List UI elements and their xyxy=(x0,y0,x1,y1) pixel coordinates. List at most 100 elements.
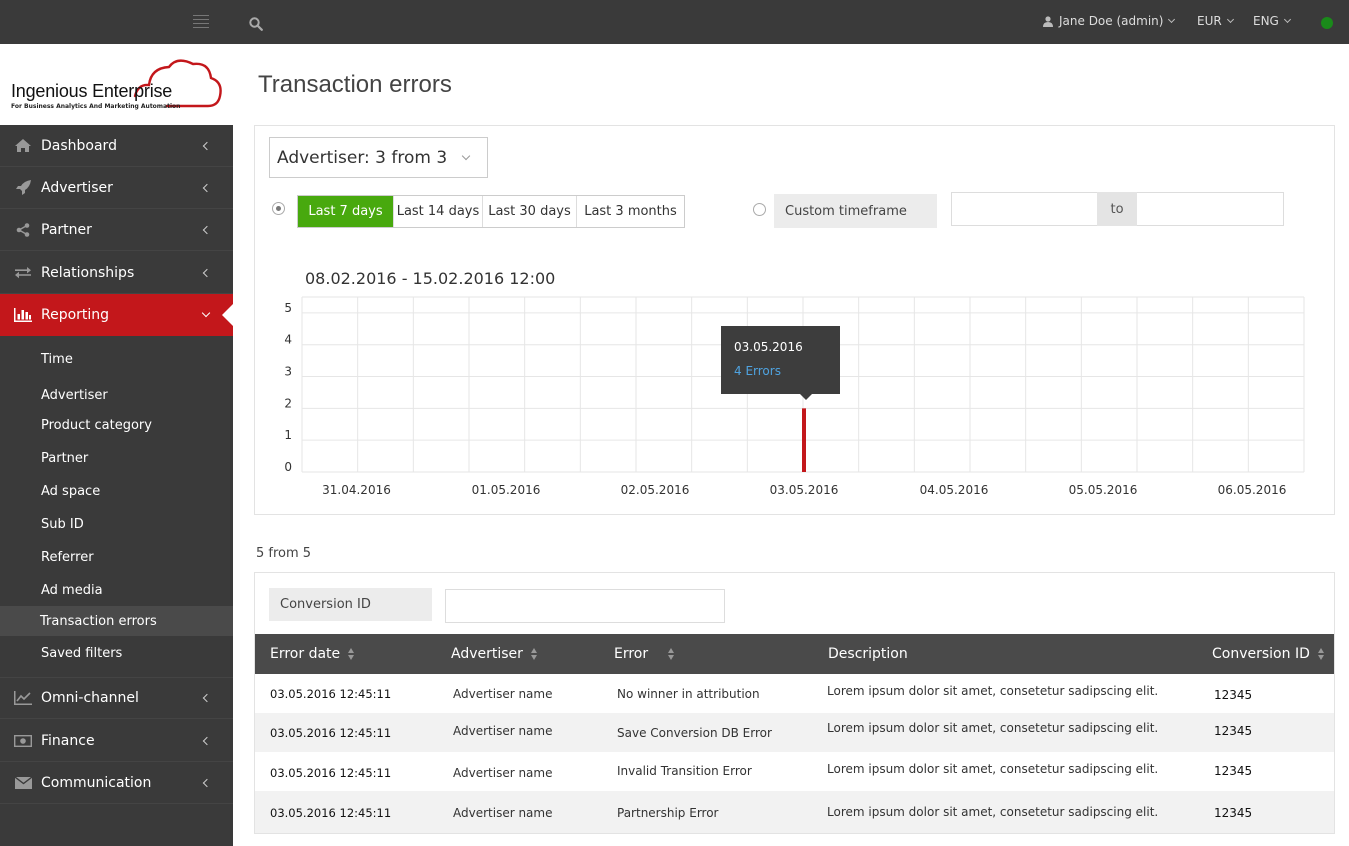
cell-conversion-id: 12345 xyxy=(1214,688,1253,702)
chart-tooltip: 03.05.2016 4 Errors xyxy=(721,326,840,400)
menu-toggle-icon[interactable] xyxy=(193,15,209,28)
sidebar-subitem-ad-space[interactable]: Ad space xyxy=(0,476,233,506)
column-advertiser[interactable]: Advertiser xyxy=(451,634,538,674)
x-tick-label: 04.05.2016 xyxy=(920,483,989,497)
custom-timeframe-label: Custom timeframe xyxy=(774,194,937,228)
cell-conversion-id: 12345 xyxy=(1214,806,1253,820)
table-row[interactable]: 03.05.2016 12:45:11 Advertiser name Inva… xyxy=(255,752,1334,791)
column-conversion-id[interactable]: Conversion ID xyxy=(1212,634,1325,674)
cell-error-date: 03.05.2016 12:45:11 xyxy=(270,766,392,780)
top-bar: Jane Doe (admin) EUR ENG xyxy=(0,0,1349,44)
sidebar-subitem-partner[interactable]: Partner xyxy=(0,443,233,473)
cell-advertiser: Advertiser name xyxy=(453,687,553,701)
sidebar-subitem-advertiser[interactable]: Advertiser xyxy=(0,380,233,410)
chevron-down-icon xyxy=(1226,15,1234,24)
cell-advertiser: Advertiser name xyxy=(453,766,553,780)
column-error-date[interactable]: Error date xyxy=(270,634,355,674)
date-to-input[interactable] xyxy=(1137,192,1284,226)
sidebar-item-advertiser[interactable]: Advertiser xyxy=(0,167,233,209)
chevron-down-icon xyxy=(1283,15,1291,24)
sidebar-subitem-ad-media[interactable]: Ad media xyxy=(0,575,233,605)
page-title: Transaction errors xyxy=(258,71,452,98)
currency-selector[interactable]: EUR xyxy=(1197,14,1234,28)
sidebar-item-communication[interactable]: Communication xyxy=(0,762,233,804)
sidebar-item-label: Communication xyxy=(41,774,152,791)
sidebar-subitem-saved-filters[interactable]: Saved filters xyxy=(0,638,233,668)
sidebar-subitem-sub-id[interactable]: Sub ID xyxy=(0,509,233,539)
cell-advertiser: Advertiser name xyxy=(453,724,553,738)
sidebar-item-relationships[interactable]: Relationships xyxy=(0,252,233,294)
sidebar: Dashboard Advertiser Partner Relationshi… xyxy=(0,125,233,846)
rocket-icon xyxy=(14,180,32,195)
sidebar-subitem-referrer[interactable]: Referrer xyxy=(0,542,233,572)
cell-error: Partnership Error xyxy=(617,806,719,820)
y-tick-label: 5 xyxy=(284,301,292,315)
table-row[interactable]: 03.05.2016 12:45:11 Advertiser name No w… xyxy=(255,674,1334,713)
chart-title: 08.02.2016 - 15.02.2016 12:00 xyxy=(305,269,556,288)
column-error[interactable]: Error xyxy=(614,634,675,674)
cell-conversion-id: 12345 xyxy=(1214,724,1253,738)
sidebar-item-dashboard[interactable]: Dashboard xyxy=(0,125,233,167)
y-tick-label: 3 xyxy=(284,365,292,379)
sidebar-item-label: Partner xyxy=(41,221,92,238)
cell-conversion-id: 12345 xyxy=(1214,764,1253,778)
column-label: Description xyxy=(828,646,908,662)
date-from-input[interactable] xyxy=(951,192,1097,226)
preset-range-radio[interactable] xyxy=(272,202,285,215)
range-14-days-button[interactable]: Last 14 days xyxy=(394,196,483,227)
custom-range-radio[interactable] xyxy=(753,203,766,216)
sort-icon xyxy=(348,648,355,660)
range-7-days-button[interactable]: Last 7 days xyxy=(298,196,394,227)
user-icon xyxy=(1043,15,1053,27)
table-header: Error date Advertiser Error Description … xyxy=(255,634,1334,674)
y-tick-label: 1 xyxy=(284,428,292,442)
language-label: ENG xyxy=(1253,14,1279,28)
x-tick-label: 05.05.2016 xyxy=(1069,483,1138,497)
cell-error-date: 03.05.2016 12:45:11 xyxy=(270,806,392,820)
table-row[interactable]: 03.05.2016 12:45:11 Advertiser name Part… xyxy=(255,791,1334,833)
bar-chart-icon xyxy=(14,308,32,322)
search-icon[interactable] xyxy=(249,16,263,31)
advertiser-dropdown[interactable]: Advertiser: 3 from 3 xyxy=(269,137,488,178)
sidebar-subitem-product-category[interactable]: Product category xyxy=(0,410,233,440)
sidebar-item-partner[interactable]: Partner xyxy=(0,209,233,251)
column-description: Description xyxy=(828,634,908,674)
user-menu[interactable]: Jane Doe (admin) xyxy=(1043,14,1176,28)
chevron-left-icon xyxy=(202,736,212,745)
column-label: Error date xyxy=(270,646,341,662)
sidebar-item-reporting[interactable]: Reporting xyxy=(0,294,233,336)
sort-icon xyxy=(668,648,675,660)
range-30-days-button[interactable]: Last 30 days xyxy=(483,196,577,227)
x-tick-label: 02.05.2016 xyxy=(621,483,690,497)
chevron-down-icon xyxy=(201,308,211,318)
sidebar-subitem-transaction-errors[interactable]: Transaction errors xyxy=(0,606,233,636)
chevron-down-icon xyxy=(461,151,471,161)
chevron-left-icon xyxy=(202,225,212,234)
sort-icon xyxy=(530,648,538,660)
sort-icon xyxy=(1317,648,1325,660)
table-row[interactable]: 03.05.2016 12:45:11 Advertiser name Save… xyxy=(255,713,1334,752)
chevron-left-icon xyxy=(202,183,212,192)
tooltip-value: 4 Errors xyxy=(734,364,781,378)
cell-advertiser: Advertiser name xyxy=(453,806,553,820)
logo[interactable]: Ingenious Enterprise For Business Analyt… xyxy=(0,44,233,125)
sidebar-item-label: Dashboard xyxy=(41,137,117,154)
sidebar-item-omni-channel[interactable]: Omni-channel xyxy=(0,677,233,719)
chart-bar xyxy=(802,408,806,472)
chevron-left-icon xyxy=(202,778,212,787)
cell-description: Lorem ipsum dolor sit amet, consetetur s… xyxy=(827,684,1159,698)
x-tick-label: 31.04.2016 xyxy=(322,483,391,497)
money-icon xyxy=(14,734,32,748)
user-name: Jane Doe (admin) xyxy=(1059,14,1164,28)
exchange-icon xyxy=(14,266,32,280)
range-3-months-button[interactable]: Last 3 months xyxy=(577,196,684,227)
language-selector[interactable]: ENG xyxy=(1253,14,1291,28)
column-label: Error xyxy=(614,646,649,662)
sidebar-subitem-time[interactable]: Time xyxy=(0,344,233,374)
conversion-id-filter-input[interactable] xyxy=(445,589,725,623)
sidebar-item-finance[interactable]: Finance xyxy=(0,720,233,762)
date-to-label: to xyxy=(1097,192,1137,226)
chevron-down-icon xyxy=(1168,15,1176,24)
cell-error: Save Conversion DB Error xyxy=(617,726,772,740)
cell-description: Lorem ipsum dolor sit amet, consetetur s… xyxy=(827,762,1159,776)
